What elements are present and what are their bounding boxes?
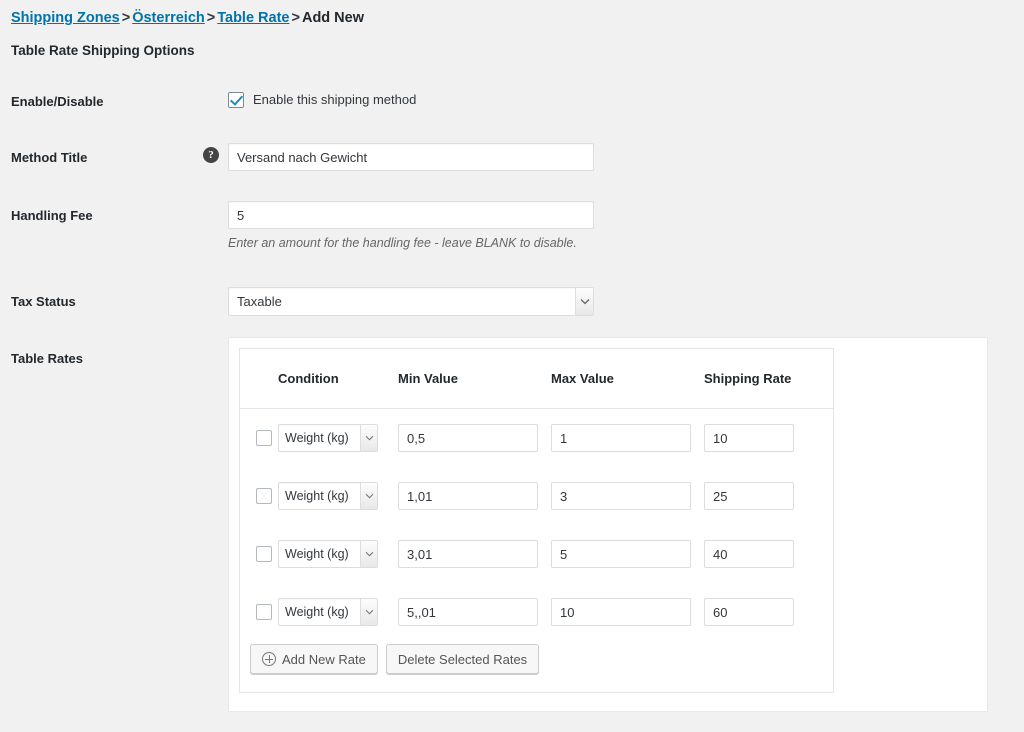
row-select-checkbox[interactable] <box>256 488 272 504</box>
row-max-input[interactable] <box>551 598 691 626</box>
add-new-rate-button[interactable]: Add New Rate <box>250 644 378 674</box>
table-row: Weight (kg) <box>240 467 833 525</box>
row-condition-select[interactable]: Weight (kg) <box>278 482 378 510</box>
row-select-cell <box>240 488 278 504</box>
chevron-down-icon <box>360 541 377 567</box>
breadcrumb-separator-3: > <box>291 10 300 26</box>
chevron-down-icon <box>360 599 377 625</box>
row-min-input[interactable] <box>398 424 538 452</box>
breadcrumb-link-shipping-zones[interactable]: Shipping Zones <box>11 10 120 26</box>
help-circle-icon[interactable]: ? <box>203 147 219 163</box>
breadcrumb-link-table-rate[interactable]: Table Rate <box>217 10 289 26</box>
column-header-shipping-rate: Shipping Rate <box>704 371 792 386</box>
row-min-cell <box>398 424 551 452</box>
label-enable-disable: Enable/Disable <box>11 94 104 109</box>
label-handling-fee: Handling Fee <box>11 208 93 223</box>
row-rate-cell <box>704 598 824 626</box>
row-select-cell <box>240 430 278 446</box>
table-row: Weight (kg) <box>240 409 833 467</box>
table-rates-actions: Add New Rate Delete Selected Rates <box>250 644 540 674</box>
column-header-condition: Condition <box>278 371 339 386</box>
chevron-down-icon <box>360 483 377 509</box>
row-rate-cell <box>704 482 824 510</box>
row-condition-value: Weight (kg) <box>285 605 349 619</box>
row-condition-cell: Weight (kg) <box>278 598 398 626</box>
row-select-checkbox[interactable] <box>256 546 272 562</box>
row-select-checkbox[interactable] <box>256 604 272 620</box>
row-min-input[interactable] <box>398 540 538 568</box>
breadcrumb-current-add-new: Add New <box>301 10 364 26</box>
table-rates-panel: Condition Min Value Max Value Shipping R… <box>228 337 988 712</box>
row-condition-select[interactable]: Weight (kg) <box>278 540 378 568</box>
row-min-cell <box>398 482 551 510</box>
row-min-input[interactable] <box>398 482 538 510</box>
add-new-rate-label: Add New Rate <box>282 651 366 667</box>
handling-fee-input[interactable] <box>228 201 594 229</box>
row-select-checkbox[interactable] <box>256 430 272 446</box>
enable-shipping-method-checkbox[interactable] <box>228 92 244 108</box>
breadcrumb-link-osterreich[interactable]: Österreich <box>132 10 205 26</box>
method-title-input[interactable] <box>228 143 594 171</box>
row-rate-cell <box>704 424 824 452</box>
row-rate-input[interactable] <box>704 540 794 568</box>
column-header-min-value: Min Value <box>398 371 458 386</box>
table-row: Weight (kg) <box>240 583 833 641</box>
column-header-max-value: Max Value <box>551 371 614 386</box>
row-max-input[interactable] <box>551 424 691 452</box>
row-condition-select[interactable]: Weight (kg) <box>278 424 378 452</box>
row-min-cell <box>398 598 551 626</box>
row-condition-value: Weight (kg) <box>285 489 349 503</box>
row-select-cell <box>240 546 278 562</box>
row-rate-input[interactable] <box>704 598 794 626</box>
table-rates-header-row: Condition Min Value Max Value Shipping R… <box>240 349 833 409</box>
row-rate-input[interactable] <box>704 482 794 510</box>
row-select-cell <box>240 604 278 620</box>
label-method-title: Method Title <box>11 150 88 165</box>
handling-fee-description: Enter an amount for the handling fee - l… <box>228 236 577 250</box>
row-max-cell <box>551 540 704 568</box>
row-max-cell <box>551 482 704 510</box>
delete-selected-rates-label: Delete Selected Rates <box>397 651 528 667</box>
row-condition-cell: Weight (kg) <box>278 482 398 510</box>
enable-shipping-method-label[interactable]: Enable this shipping method <box>253 92 416 108</box>
row-condition-value: Weight (kg) <box>285 547 349 561</box>
row-rate-cell <box>704 540 824 568</box>
row-min-cell <box>398 540 551 568</box>
chevron-down-icon <box>360 425 377 451</box>
enable-shipping-method-row[interactable]: Enable this shipping method <box>228 92 416 108</box>
row-condition-cell: Weight (kg) <box>278 424 398 452</box>
row-max-cell <box>551 424 704 452</box>
table-rates-container: Condition Min Value Max Value Shipping R… <box>239 348 834 693</box>
row-condition-value: Weight (kg) <box>285 431 349 445</box>
row-max-input[interactable] <box>551 540 691 568</box>
chevron-down-icon <box>575 288 593 315</box>
row-rate-input[interactable] <box>704 424 794 452</box>
breadcrumb: Shipping Zones > Österreich > Table Rate > Add… <box>11 9 364 27</box>
plus-circle-icon <box>262 652 276 666</box>
row-condition-select[interactable]: Weight (kg) <box>278 598 378 626</box>
tax-status-selected-value: Taxable <box>237 294 282 309</box>
row-max-input[interactable] <box>551 482 691 510</box>
label-tax-status: Tax Status <box>11 294 76 309</box>
tax-status-select[interactable]: Taxable <box>228 287 594 316</box>
row-min-input[interactable] <box>398 598 538 626</box>
table-row: Weight (kg) <box>240 525 833 583</box>
page-title: Table Rate Shipping Options <box>11 43 195 58</box>
delete-selected-rates-button[interactable]: Delete Selected Rates <box>385 644 540 674</box>
row-condition-cell: Weight (kg) <box>278 540 398 568</box>
row-max-cell <box>551 598 704 626</box>
breadcrumb-separator-2: > <box>206 10 216 26</box>
label-table-rates: Table Rates <box>11 351 84 366</box>
breadcrumb-separator-1: > <box>121 10 131 26</box>
